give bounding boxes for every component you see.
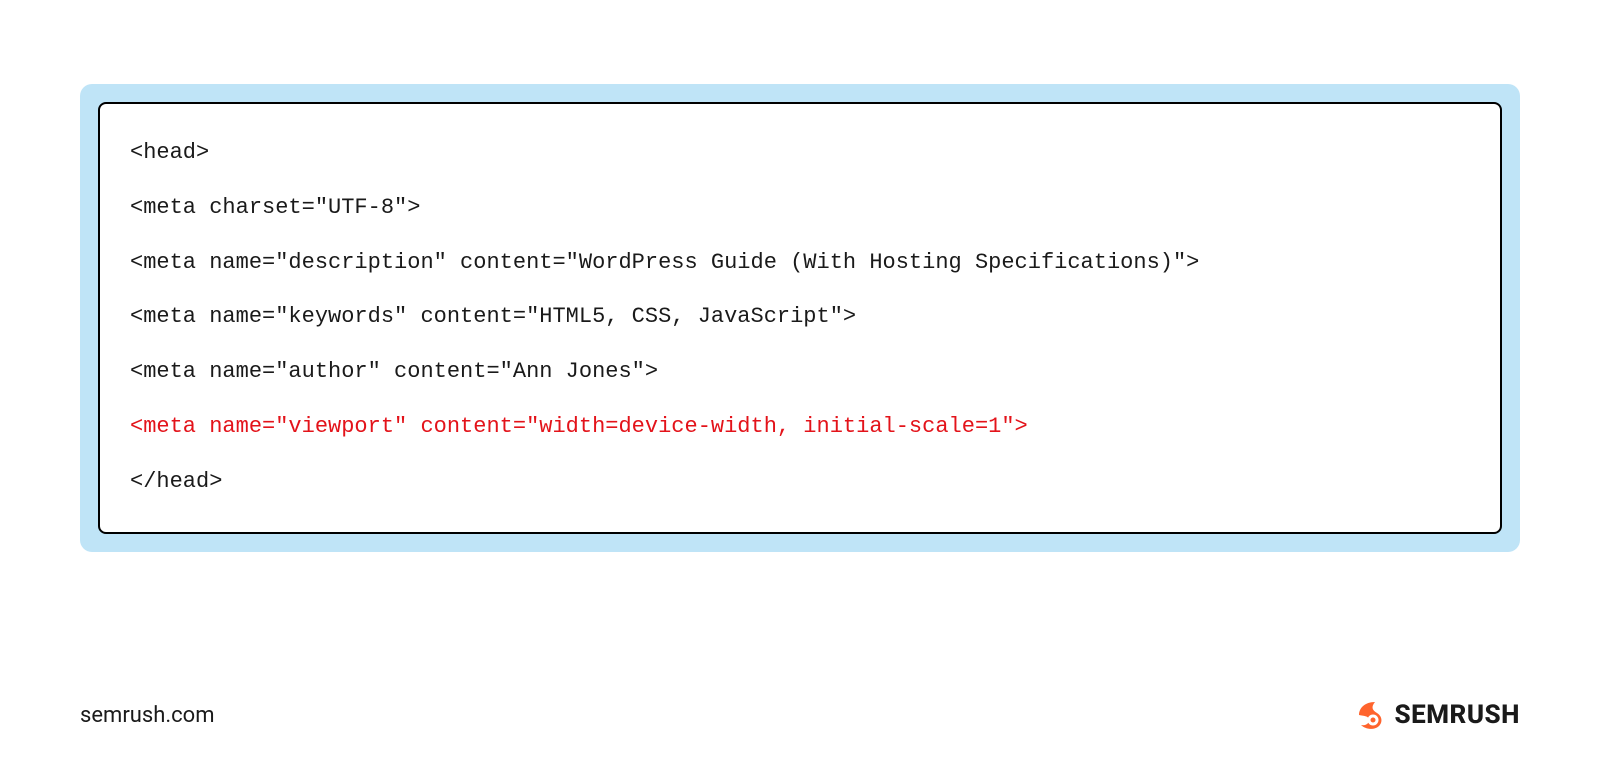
code-line: <meta name="keywords" content="HTML5, CS…	[130, 302, 1470, 333]
brand-text: SEMRUSH	[1395, 700, 1520, 730]
brand-logo: SEMRUSH	[1353, 698, 1520, 732]
flame-icon	[1353, 698, 1387, 732]
code-line: <head>	[130, 138, 1470, 169]
code-line: </head>	[130, 467, 1470, 498]
code-line: <meta charset="UTF-8">	[130, 193, 1470, 224]
code-line-highlighted: <meta name="viewport" content="width=dev…	[130, 412, 1470, 443]
code-box: <head> <meta charset="UTF-8"> <meta name…	[98, 102, 1502, 534]
footer: semrush.com SEMRUSH	[80, 698, 1520, 732]
code-line: <meta name="description" content="WordPr…	[130, 248, 1470, 279]
footer-url: semrush.com	[80, 703, 215, 728]
code-line: <meta name="author" content="Ann Jones">	[130, 357, 1470, 388]
code-frame: <head> <meta charset="UTF-8"> <meta name…	[80, 84, 1520, 552]
